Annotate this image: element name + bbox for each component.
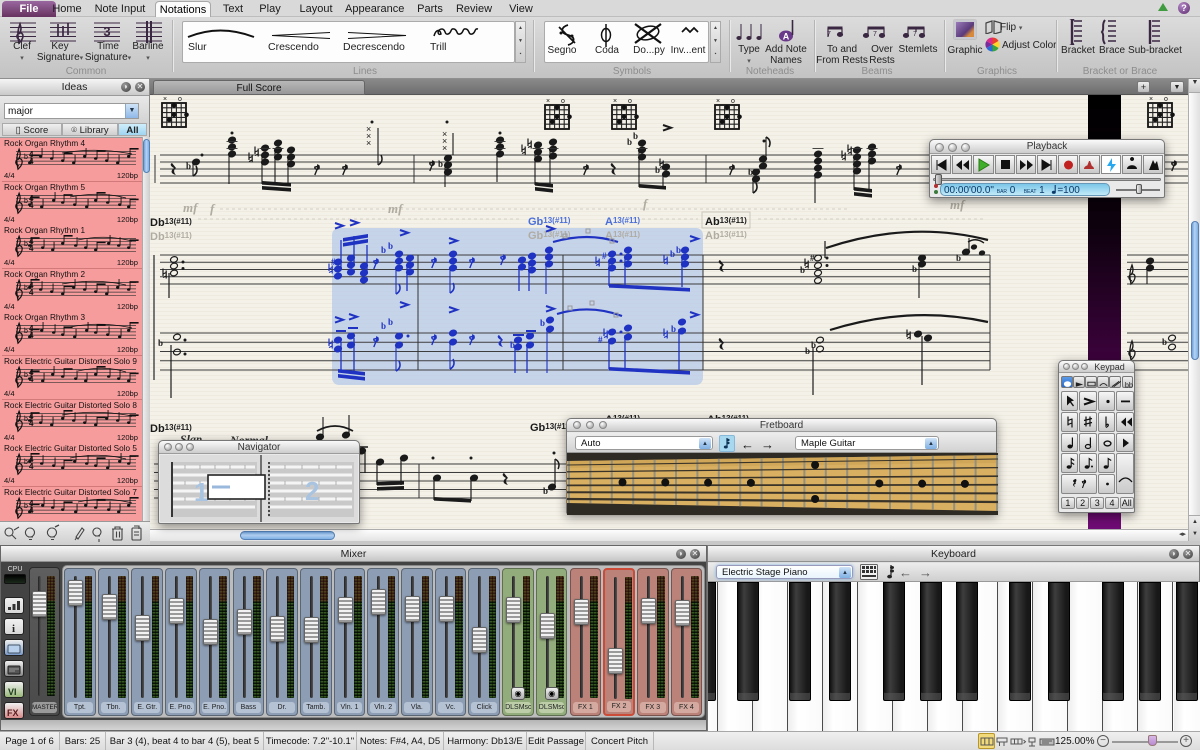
svg-text:b: b — [540, 318, 545, 328]
svg-text:mf: mf — [183, 200, 199, 215]
svg-text:Ab13(#11): Ab13(#11) — [705, 230, 747, 242]
svg-text:b: b — [676, 245, 681, 255]
svg-text:i: i — [12, 623, 15, 635]
svg-text:×: × — [442, 143, 447, 153]
svg-text:b: b — [633, 131, 638, 141]
svg-text:b: b — [388, 241, 393, 251]
svg-text:b: b — [24, 241, 28, 248]
svg-text:bb: bb — [1124, 381, 1132, 390]
svg-text:FX: FX — [7, 708, 19, 718]
svg-text:4: 4 — [29, 288, 34, 297]
svg-text:b: b — [186, 161, 191, 171]
svg-text:b: b — [381, 245, 386, 255]
svg-text:b: b — [655, 165, 660, 175]
svg-text:4: 4 — [29, 462, 34, 471]
svg-text:mf: mf — [950, 197, 966, 212]
svg-text:b: b — [158, 338, 163, 348]
svg-text:b: b — [800, 265, 805, 275]
svg-text:b: b — [24, 285, 28, 292]
svg-text:b: b — [24, 459, 28, 466]
svg-text:mf: mf — [388, 201, 404, 216]
svg-text:7: 7 — [827, 31, 831, 38]
svg-text:f: f — [210, 201, 216, 216]
svg-text:×: × — [366, 138, 371, 148]
svg-text:b: b — [671, 324, 676, 334]
svg-text:b: b — [670, 249, 675, 259]
svg-text:7: 7 — [913, 31, 917, 38]
svg-text:Db13(#11): Db13(#11) — [150, 231, 192, 243]
svg-text:b: b — [388, 317, 393, 327]
svg-text:A: A — [783, 32, 790, 42]
svg-text:Ab13(#11): Ab13(#11) — [705, 216, 747, 228]
svg-text:#: # — [602, 251, 607, 261]
svg-text:1: 1 — [194, 477, 208, 507]
svg-text:b: b — [805, 346, 810, 356]
svg-text:A13(#11): A13(#11) — [605, 216, 640, 228]
svg-text:2: 2 — [305, 476, 319, 506]
svg-text:b: b — [627, 137, 632, 147]
svg-text:b: b — [24, 328, 28, 335]
svg-text:b: b — [24, 416, 28, 423]
svg-text:b: b — [24, 503, 28, 510]
svg-text:b: b — [381, 321, 386, 331]
svg-text:b: b — [956, 253, 961, 263]
svg-text:3: 3 — [103, 24, 110, 39]
svg-text:b: b — [1162, 337, 1167, 347]
svg-text:b: b — [543, 486, 548, 496]
svg-text:b: b — [24, 198, 28, 205]
svg-text:#: # — [598, 335, 603, 345]
svg-text:Db13(#11): Db13(#11) — [150, 217, 192, 229]
svg-text:b: b — [912, 264, 917, 274]
svg-text:b: b — [438, 159, 443, 169]
svg-text:b: b — [24, 372, 28, 379]
svg-text:VI: VI — [8, 687, 17, 697]
svg-text:b: b — [24, 154, 28, 161]
svg-text:7: 7 — [873, 31, 877, 38]
